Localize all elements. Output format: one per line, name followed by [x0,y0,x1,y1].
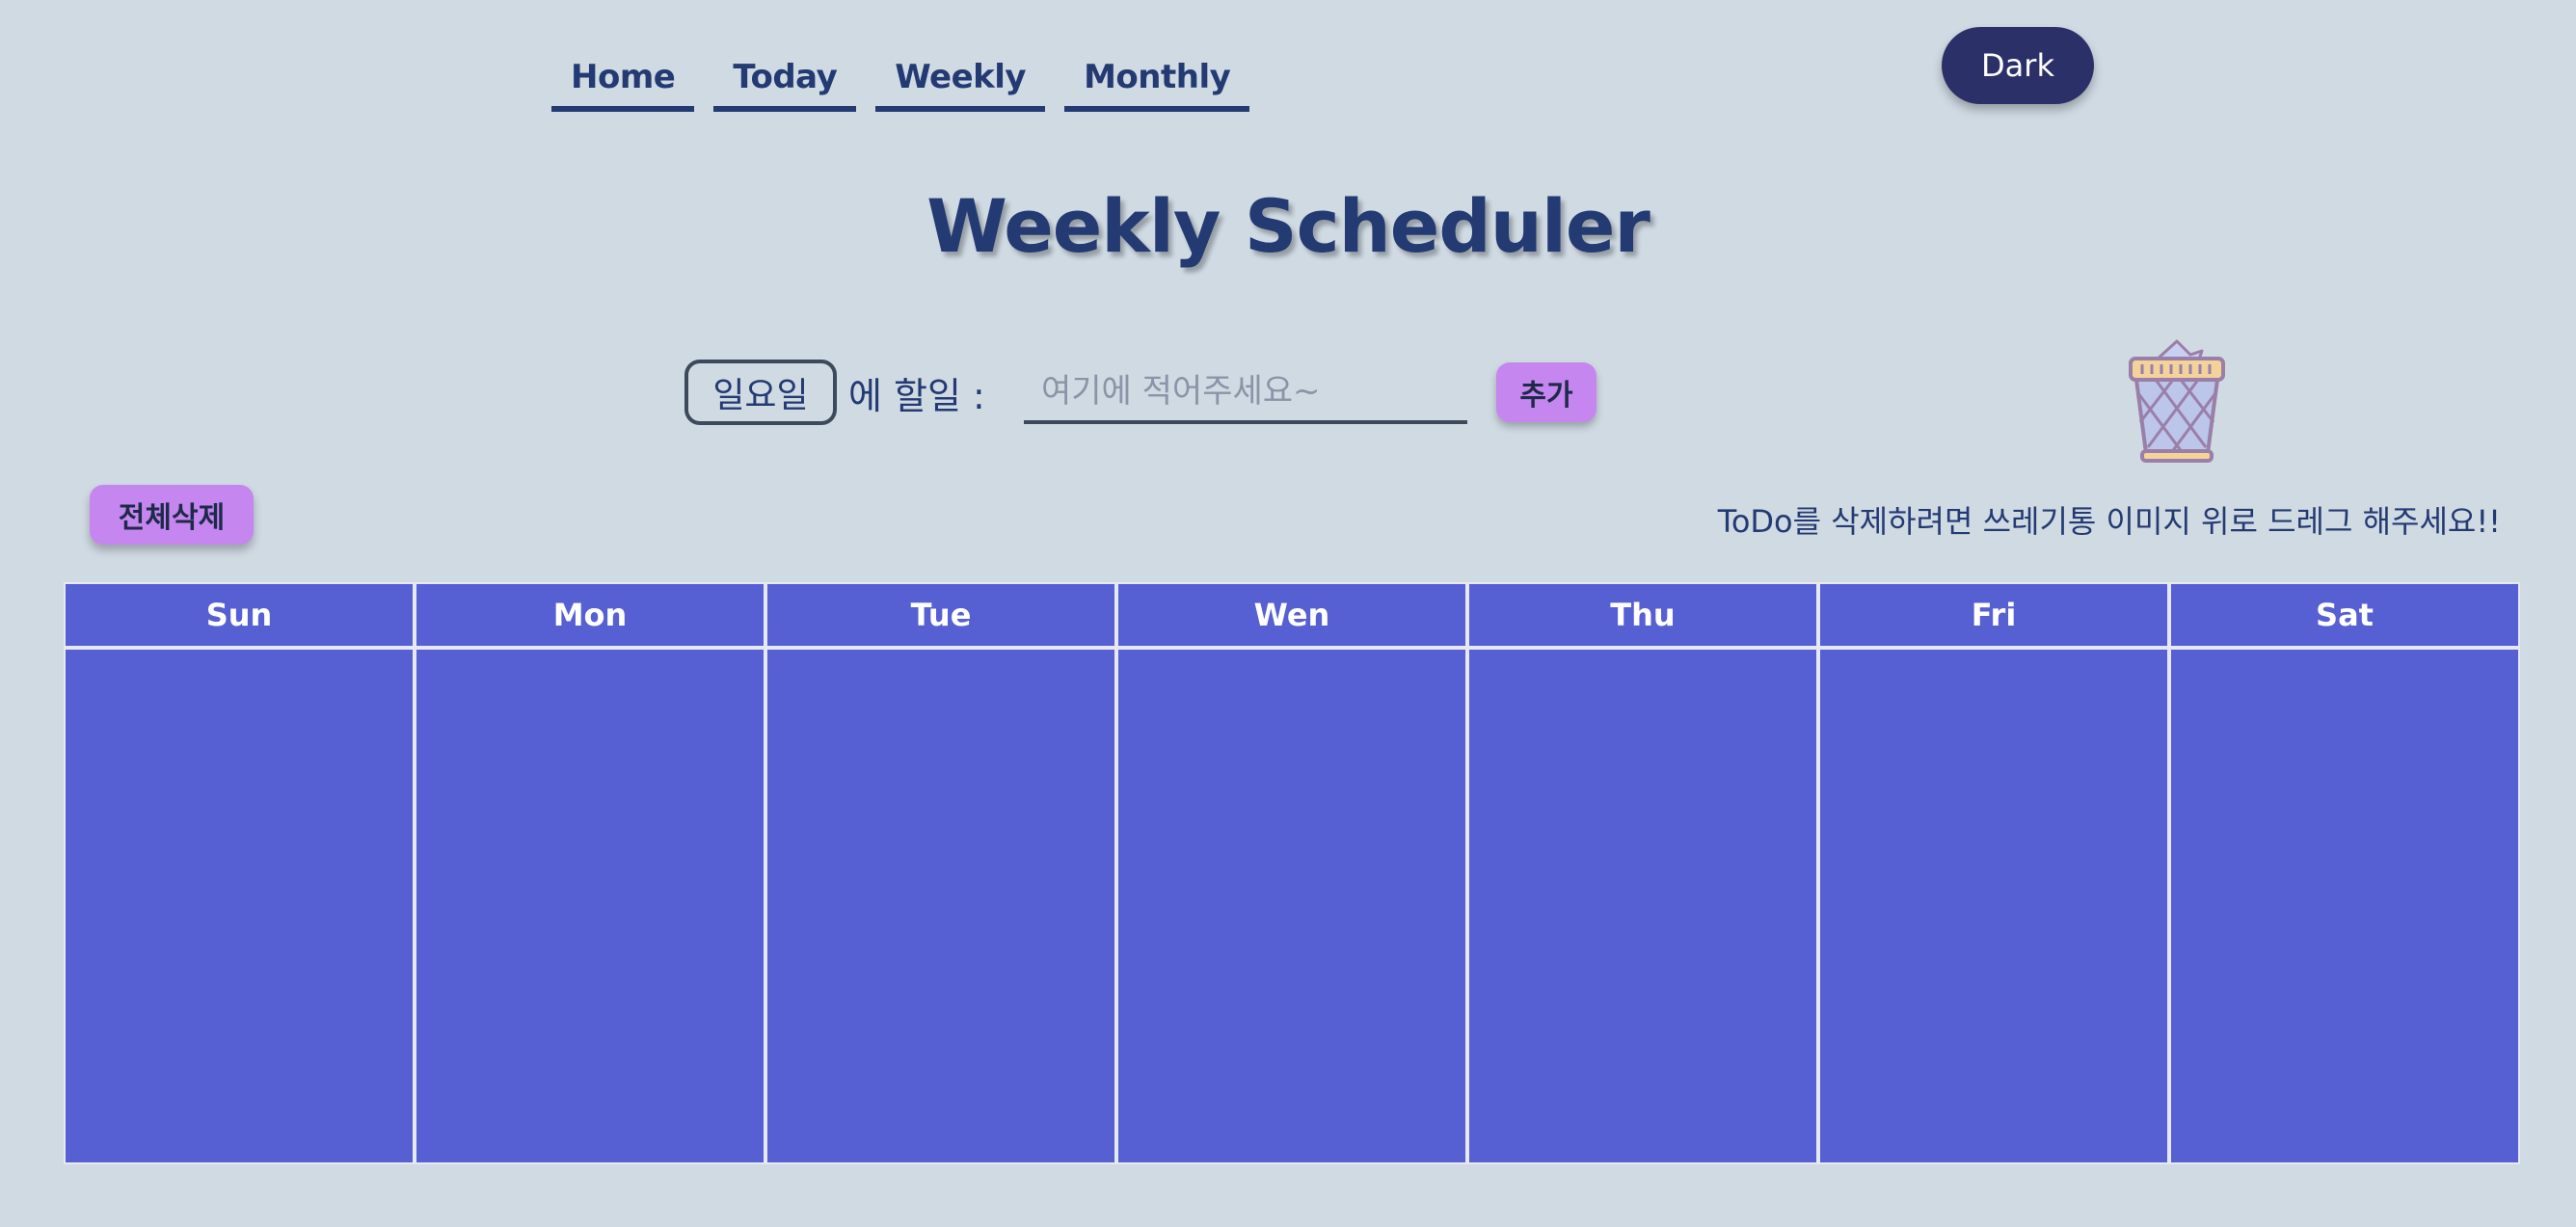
page-title: Weekly Scheduler [926,183,1650,269]
dark-mode-button[interactable]: Dark [1942,27,2094,104]
day-header-mon: Mon [416,584,764,646]
nav-link-monthly[interactable]: Monthly [1064,52,1250,112]
delete-all-button[interactable]: 전체삭제 [90,485,254,545]
weekly-grid: Sun Mon Tue Wen Thu Fri Sat [64,582,2520,1164]
top-nav: Home Today Weekly Monthly [551,52,1250,112]
todo-input[interactable] [1024,362,1467,424]
nav-link-home[interactable]: Home [551,52,695,112]
day-header-fri: Fri [1820,584,2167,646]
day-column-wen[interactable] [1118,650,1465,1162]
day-header-sat: Sat [2171,584,2518,646]
trash-bin-icon[interactable] [2127,339,2227,465]
day-select[interactable]: 일요일 [684,360,837,425]
day-column-sat[interactable] [2171,650,2518,1162]
day-column-tue[interactable] [767,650,1114,1162]
day-header-tue: Tue [767,584,1114,646]
day-column-mon[interactable] [416,650,764,1162]
day-header-sun: Sun [66,584,413,646]
day-header-wen: Wen [1118,584,1465,646]
trash-hint-text: ToDo를 삭제하려면 쓰레기통 이미지 위로 드레그 해주세요!! [1717,503,2501,540]
day-column-sun[interactable] [66,650,413,1162]
add-button[interactable]: 추가 [1496,362,1597,422]
nav-link-weekly[interactable]: Weekly [875,52,1046,112]
todo-label: 에 할일 : [848,375,985,417]
day-column-fri[interactable] [1820,650,2167,1162]
day-column-thu[interactable] [1469,650,1816,1162]
day-header-thu: Thu [1469,584,1816,646]
nav-link-today[interactable]: Today [713,52,857,112]
